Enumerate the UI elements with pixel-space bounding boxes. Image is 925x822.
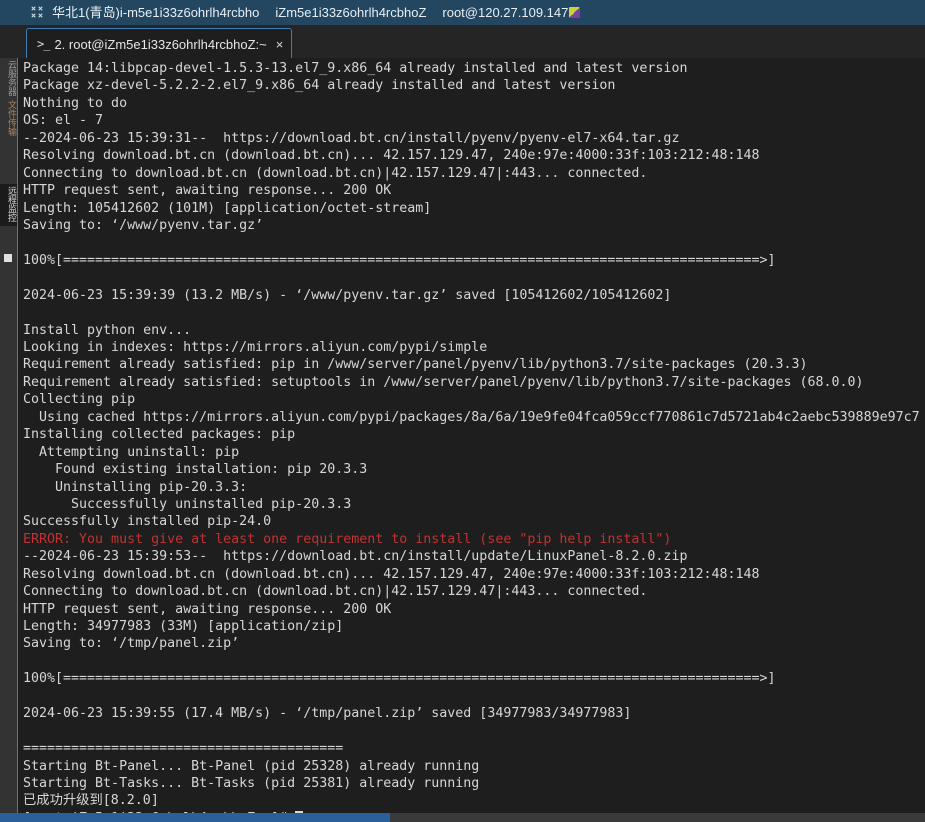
terminal-line: HTTP request sent, awaiting response... … [23, 601, 392, 617]
titlebar-item-hostname[interactable]: iZm5e1i33z6ohrlh4rcbhoZ [275, 0, 426, 25]
terminal-line: Starting Bt-Tasks... Bt-Tasks (pid 25381… [23, 775, 480, 791]
terminal-line: Length: 105412602 (101M) [application/oc… [23, 200, 432, 216]
scrollbar-thumb[interactable] [0, 813, 390, 822]
main-body: 云服务器 文件传输 远程监控 » Package 14:libpcap-deve… [0, 58, 925, 813]
terminal-line: Successfully uninstalled pip-20.3.3 [23, 496, 352, 512]
terminal-line: --2024-06-23 15:39:31-- https://download… [23, 130, 680, 146]
terminal-output[interactable]: Package 14:libpcap-devel-1.5.3-13.el7_9.… [18, 58, 925, 813]
terminal-line: Collecting pip [23, 392, 136, 408]
terminal-line: 100%[===================================… [23, 671, 776, 687]
side-rail: 云服务器 文件传输 远程监控 » [0, 58, 17, 813]
terminal-line: Successfully installed pip-24.0 [23, 514, 272, 530]
terminal-app-window: 华北1(青岛)i-m5e1i33z6ohrlh4rcbho iZm5e1i33z… [0, 0, 925, 822]
titlebar-item-connection[interactable]: root@120.27.109.147 [442, 0, 581, 25]
side-rail-marker [4, 254, 12, 262]
prompt-icon: >_ [37, 37, 50, 51]
horizontal-scrollbar[interactable] [0, 813, 925, 822]
titlebar-connection-label: root@120.27.109.147 [442, 5, 569, 20]
terminal-line: 2024-06-23 15:39:39 (13.2 MB/s) - ‘/www/… [23, 287, 672, 303]
terminal-line: Saving to: ‘/tmp/panel.zip’ [23, 636, 240, 652]
titlebar-item-instance-region[interactable]: 华北1(青岛)i-m5e1i33z6ohrlh4rcbho [52, 0, 259, 25]
terminal-line: Package xz-devel-5.2.2-2.el7_9.x86_64 al… [23, 78, 616, 94]
tab-bar: >_ 2. root@iZm5e1i33z6ohrlh4rcbhoZ:~ × [0, 25, 925, 59]
terminal-line: Connecting to download.bt.cn (download.b… [23, 165, 648, 181]
sessions-icon[interactable] [30, 5, 44, 19]
terminal-line: Using cached https://mirrors.aliyun.com/… [23, 409, 920, 425]
terminal-line: 100%[===================================… [23, 252, 776, 268]
close-icon[interactable]: × [276, 38, 284, 51]
side-rail-group-monitor[interactable]: 远程监控 [0, 184, 17, 226]
terminal-line: Package 14:libpcap-devel-1.5.3-13.el7_9.… [23, 61, 688, 76]
side-rail-group-servers[interactable]: 云服务器 [0, 60, 17, 96]
terminal-line: Found existing installation: pip 20.3.3 [23, 462, 368, 478]
terminal-line: Looking in indexes: https://mirrors.aliy… [23, 340, 488, 355]
terminal-line: Requirement already satisfied: setuptool… [23, 374, 864, 390]
terminal-line: --2024-06-23 15:39:53-- https://download… [23, 549, 688, 565]
terminal-pane[interactable]: Package 14:libpcap-devel-1.5.3-13.el7_9.… [17, 58, 925, 813]
terminal-line-error: ERROR: You must give at least one requir… [23, 531, 672, 547]
terminal-line: 2024-06-23 15:39:55 (17.4 MB/s) - ‘/tmp/… [23, 706, 632, 722]
puzzle-badge-icon [569, 7, 581, 18]
terminal-line: Saving to: ‘/www/pyenv.tar.gz’ [23, 217, 264, 233]
terminal-line: Resolving download.bt.cn (download.bt.cn… [23, 566, 760, 582]
terminal-line: ======================================== [23, 741, 344, 757]
terminal-line: Nothing to do [23, 95, 128, 111]
terminal-line: OS: el - 7 [23, 113, 104, 129]
tab-label: 2. root@iZm5e1i33z6ohrlh4rcbhoZ:~ [54, 36, 267, 52]
tab-session-2[interactable]: >_ 2. root@iZm5e1i33z6ohrlh4rcbhoZ:~ × [26, 28, 293, 59]
side-rail-group-transfer[interactable]: 文件传输 [0, 100, 17, 136]
terminal-line: Connecting to download.bt.cn (download.b… [23, 584, 648, 600]
terminal-line: Starting Bt-Panel... Bt-Panel (pid 25328… [23, 758, 480, 774]
terminal-line: Requirement already satisfied: pip in /w… [23, 357, 808, 373]
terminal-line: Uninstalling pip-20.3.3: [23, 479, 248, 495]
terminal-line: HTTP request sent, awaiting response... … [23, 183, 392, 199]
terminal-line: Attempting uninstall: pip [23, 444, 240, 460]
terminal-line: Installing collected packages: pip [23, 427, 296, 443]
terminal-line: 已成功升级到[8.2.0] [23, 793, 159, 809]
terminal-line: Length: 34977983 (33M) [application/zip] [23, 619, 344, 634]
terminal-line: Install python env... [23, 322, 192, 338]
terminal-line: Resolving download.bt.cn (download.bt.cn… [23, 148, 760, 164]
title-bar: 华北1(青岛)i-m5e1i33z6ohrlh4rcbho iZm5e1i33z… [0, 0, 925, 25]
